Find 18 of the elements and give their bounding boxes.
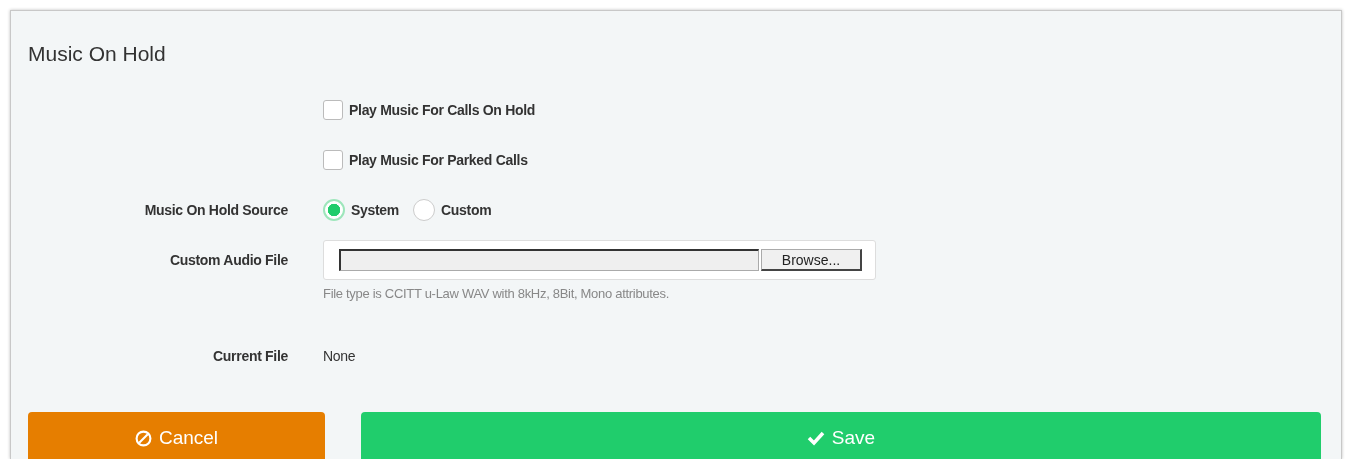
panel-title: Music On Hold: [28, 41, 167, 67]
field-label: Music On Hold Source: [144, 202, 288, 218]
checkbox-option[interactable]: Play Music For Parked Calls: [323, 150, 528, 170]
radio-button[interactable]: [413, 199, 435, 221]
field-label: Custom Audio File: [169, 252, 288, 268]
radio-option[interactable]: System: [323, 199, 399, 221]
browse-button[interactable]: Browse...: [761, 249, 862, 271]
radio-button[interactable]: [323, 199, 345, 221]
checkbox[interactable]: [323, 150, 343, 170]
cancel-icon: [134, 429, 152, 447]
file-input[interactable]: Browse...: [323, 240, 876, 280]
field-value: None: [323, 348, 356, 364]
radio-option[interactable]: Custom: [413, 199, 492, 221]
checkbox-option[interactable]: Play Music For Calls On Hold: [323, 100, 536, 120]
checkbox[interactable]: [323, 100, 343, 120]
check-icon: [806, 430, 825, 446]
field-label: Current File: [213, 348, 288, 364]
help-text: File type is CCITT u-Law WAV with 8kHz, 8Bit, Mono attributes.: [323, 285, 669, 303]
